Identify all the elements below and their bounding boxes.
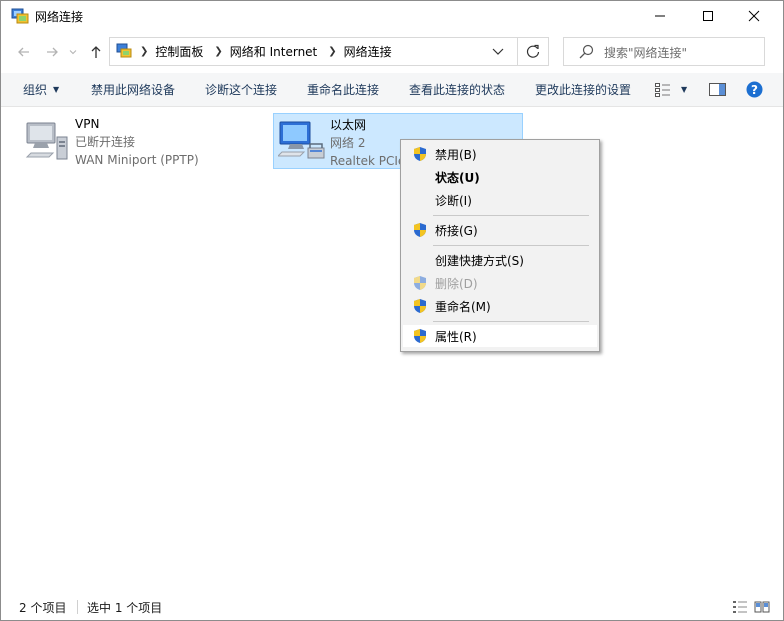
uac-shield-icon [414, 147, 426, 161]
uac-shield-icon [414, 223, 426, 237]
minimize-button[interactable] [637, 1, 683, 31]
details-view-icon[interactable] [732, 599, 748, 615]
context-menu: 禁用(B) 状态(U) 诊断(I) 桥接(G) 创建快捷方式(S) 删除(D) … [400, 139, 600, 352]
chevron-right-icon: ❯ [214, 46, 223, 57]
rename-connection-button[interactable]: 重命名此连接 [307, 73, 379, 106]
details-view-icon [655, 82, 670, 97]
chevron-right-icon: ❯ [140, 46, 149, 57]
search-box[interactable]: 搜索"网络连接" [563, 37, 765, 66]
network-connections-icon [11, 8, 29, 24]
preview-pane-button[interactable] [709, 81, 726, 98]
uac-shield-icon [414, 329, 426, 343]
help-icon: ? [746, 81, 763, 98]
breadcrumb-network-connections[interactable]: 网络连接 [344, 43, 392, 60]
menu-separator [433, 321, 589, 322]
item-count: 2 个项目 [19, 601, 67, 615]
command-toolbar: 组织 ▼ 禁用此网络设备 诊断这个连接 重命名此连接 查看此连接的状态 更改此连… [1, 73, 783, 107]
connection-status: 网络 2 [330, 136, 366, 150]
menu-item-label: 禁用(B) [435, 148, 477, 162]
breadcrumb: ❯ 控制面板 ❯ 网络和 Internet ❯ 网络连接 [136, 38, 392, 65]
preview-pane-icon [709, 83, 726, 96]
close-icon [748, 10, 760, 22]
network-folder-icon [116, 43, 132, 58]
status-bar: 2 个项目 选中 1 个项目 [1, 593, 783, 620]
breadcrumb-control-panel[interactable]: 控制面板 [155, 43, 203, 60]
address-dropdown-icon[interactable] [490, 43, 506, 59]
view-status-button[interactable]: 查看此连接的状态 [409, 73, 505, 106]
large-icons-view-icon[interactable] [754, 599, 770, 615]
menu-item-label: 删除(D) [435, 277, 478, 291]
menu-separator [433, 245, 589, 246]
menu-item-label: 诊断(I) [435, 194, 472, 208]
breadcrumb-network-internet[interactable]: 网络和 Internet [230, 43, 317, 60]
menu-item-properties[interactable]: 属性(R) [403, 325, 597, 347]
menu-item-rename[interactable]: 重命名(M) [403, 295, 597, 317]
title-bar: 网络连接 [1, 1, 783, 31]
chevron-right-icon: ❯ [328, 46, 337, 57]
menu-item-label: 桥接(G) [435, 224, 478, 238]
menu-item-status[interactable]: 状态(U) [403, 166, 597, 188]
disable-device-button[interactable]: 禁用此网络设备 [91, 73, 175, 106]
connections-list: VPN 已断开连接 WAN Miniport (PPTP) 以太网 网络 2 R… [1, 107, 783, 593]
chevron-down-icon [69, 50, 77, 55]
address-bar[interactable]: ❯ 控制面板 ❯ 网络和 Internet ❯ 网络连接 [109, 37, 549, 66]
forward-button[interactable] [43, 43, 61, 61]
connection-device: Realtek PCIe [330, 154, 406, 168]
network-connections-window: 网络连接 ❯ 控制面板 ❯ 网络和 Internet ❯ 网络连接 搜索"网络连… [0, 0, 784, 621]
connection-item-vpn[interactable]: VPN 已断开连接 WAN Miniport (PPTP) [19, 113, 259, 169]
connection-name: VPN [75, 117, 100, 131]
menu-item-bridge[interactable]: 桥接(G) [403, 219, 597, 241]
uac-shield-icon [414, 299, 426, 313]
connection-status: 已断开连接 [75, 135, 136, 149]
diagnose-connection-button[interactable]: 诊断这个连接 [205, 73, 277, 106]
menu-item-disable[interactable]: 禁用(B) [403, 143, 597, 165]
navigation-bar: ❯ 控制面板 ❯ 网络和 Internet ❯ 网络连接 搜索"网络连接" [1, 35, 783, 69]
organize-menu-button[interactable]: 组织 ▼ [23, 73, 59, 106]
help-button[interactable]: ? [746, 81, 763, 98]
close-button[interactable] [731, 1, 777, 31]
address-divider [517, 38, 518, 65]
up-arrow-icon [91, 46, 101, 58]
menu-item-label: 状态(U) [435, 171, 480, 185]
recent-locations-button[interactable] [67, 43, 79, 61]
organize-label: 组织 [23, 83, 48, 97]
uac-shield-icon [414, 276, 426, 290]
selected-count: 选中 1 个项目 [87, 601, 163, 615]
menu-item-label: 属性(R) [435, 330, 477, 344]
forward-arrow-icon [47, 47, 58, 57]
svg-text:?: ? [751, 83, 758, 97]
connection-device: WAN Miniport (PPTP) [75, 153, 199, 167]
connection-name: 以太网 [330, 118, 367, 132]
status-divider [77, 600, 78, 614]
search-icon [579, 44, 594, 59]
back-arrow-icon [18, 47, 29, 57]
menu-item-diagnose[interactable]: 诊断(I) [403, 189, 597, 211]
back-button[interactable] [15, 43, 33, 61]
window-title: 网络连接 [35, 10, 84, 24]
maximize-icon [703, 11, 713, 21]
up-button[interactable] [87, 43, 105, 61]
maximize-button[interactable] [685, 1, 731, 31]
menu-item-label: 创建快捷方式(S) [435, 254, 524, 268]
change-view-button[interactable]: ▼ [655, 81, 687, 98]
search-input[interactable]: 搜索"网络连接" [604, 44, 687, 61]
vpn-network-icon [25, 122, 68, 160]
change-settings-button[interactable]: 更改此连接的设置 [535, 73, 631, 106]
menu-separator [433, 215, 589, 216]
menu-item-delete[interactable]: 删除(D) [403, 272, 597, 294]
caret-down-icon: ▼ [53, 85, 60, 94]
caret-down-icon: ▼ [681, 85, 688, 94]
minimize-icon [655, 15, 665, 17]
refresh-icon[interactable] [524, 43, 542, 61]
menu-item-create-shortcut[interactable]: 创建快捷方式(S) [403, 249, 597, 271]
ethernet-network-icon [278, 121, 325, 159]
menu-item-label: 重命名(M) [435, 300, 491, 314]
